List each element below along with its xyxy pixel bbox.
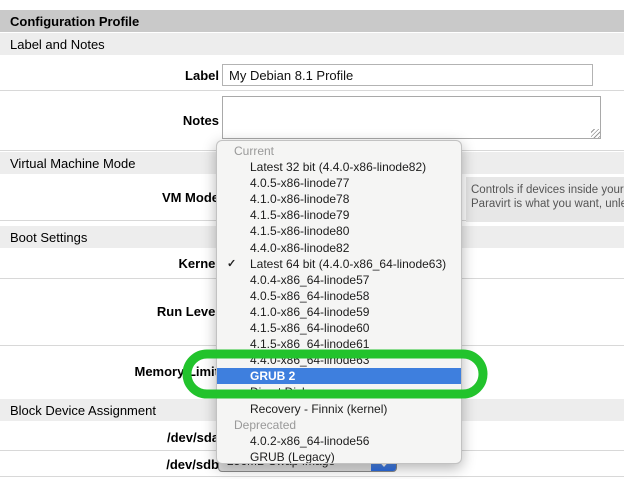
vm-mode-help-line2: Paravirt is what you want, unle — [471, 197, 624, 211]
divider — [0, 476, 624, 477]
kernel-option[interactable]: 4.1.5-x86-linode80 — [217, 223, 461, 239]
kernel-option-label: 4.1.0-x86_64-linode59 — [250, 305, 369, 319]
kernel-option[interactable]: 4.0.2-x86_64-linode56 — [217, 433, 461, 449]
kernel-option-label: 4.0.5-x86-linode77 — [250, 176, 349, 190]
kernel-option-label: Latest 64 bit (4.4.0-x86_64-linode63) — [250, 257, 446, 271]
dev-sdb-field-label: /dev/sdb — [0, 457, 219, 472]
kernel-option[interactable]: GRUB 2 — [217, 368, 461, 384]
textarea-resize-handle-icon[interactable] — [591, 129, 600, 138]
section-label-and-notes: Label and Notes — [0, 33, 624, 55]
kernel-option[interactable]: 4.0.5-x86_64-linode58 — [217, 288, 461, 304]
kernel-option-label: Recovery - Finnix (kernel) — [250, 402, 387, 416]
vm-mode-help-text: Controls if devices inside your Paravirt… — [466, 177, 624, 222]
kernel-option-label: Direct Disk — [250, 385, 308, 399]
kernel-option[interactable]: Direct Disk — [217, 384, 461, 400]
kernel-option-label: Latest 32 bit (4.4.0-x86-linode82) — [250, 160, 426, 174]
kernel-option[interactable]: 4.0.4-x86_64-linode57 — [217, 272, 461, 288]
kernel-option[interactable]: 4.1.0-x86_64-linode59 — [217, 304, 461, 320]
kernel-option[interactable]: 4.1.5-x86_64-linode61 — [217, 336, 461, 352]
kernel-option-label: GRUB (Legacy) — [250, 450, 335, 464]
kernel-option-label: 4.0.5-x86_64-linode58 — [250, 289, 369, 303]
vm-mode-help-line1: Controls if devices inside your — [471, 183, 624, 197]
page-title: Configuration Profile — [0, 10, 624, 32]
kernel-option[interactable]: 4.1.5-x86-linode79 — [217, 207, 461, 223]
kernel-option[interactable]: GRUB (Legacy) — [217, 449, 461, 464]
run-level-field-label: Run Level — [0, 304, 219, 319]
kernel-option[interactable]: 4.4.0-x86-linode82 — [217, 240, 461, 256]
dev-sda-field-label: /dev/sda — [0, 430, 219, 445]
profile-label-input[interactable] — [222, 64, 593, 86]
kernel-option[interactable]: Recovery - Finnix (kernel) — [217, 401, 461, 417]
divider — [0, 90, 624, 91]
kernel-dropdown-menu: Current Latest 32 bit (4.4.0-x86-linode82… — [216, 140, 462, 464]
kernel-option-label: 4.4.0-x86_64-linode63 — [250, 353, 369, 367]
checkmark-icon: ✓ — [227, 256, 236, 272]
kernel-field-label: Kernel — [0, 256, 219, 271]
notes-field-label: Notes — [0, 113, 219, 128]
kernel-option[interactable]: 4.1.0-x86-linode78 — [217, 191, 461, 207]
memory-limit-field-label: Memory Limit — [0, 364, 219, 379]
kernel-group-label: Current — [217, 143, 461, 159]
kernel-option[interactable]: 4.4.0-x86_64-linode63 — [217, 352, 461, 368]
kernel-option-label: 4.4.0-x86-linode82 — [250, 241, 349, 255]
kernel-option[interactable]: 4.0.5-x86-linode77 — [217, 175, 461, 191]
vm-mode-field-label: VM Mode — [0, 190, 219, 205]
kernel-dropdown-list: Current Latest 32 bit (4.4.0-x86-linode82… — [217, 143, 461, 464]
kernel-option-label: 4.1.5-x86_64-linode61 — [250, 337, 369, 351]
kernel-option-label: Deprecated — [234, 418, 296, 432]
notes-textarea[interactable] — [222, 96, 601, 139]
kernel-option-label: 4.0.4-x86_64-linode57 — [250, 273, 369, 287]
kernel-option-label: 4.1.5-x86_64-linode60 — [250, 321, 369, 335]
kernel-option-label: 4.0.2-x86_64-linode56 — [250, 434, 369, 448]
kernel-option-label: 4.1.5-x86-linode80 — [250, 224, 349, 238]
kernel-option-label: 4.1.0-x86-linode78 — [250, 192, 349, 206]
kernel-option-label: GRUB 2 — [250, 369, 295, 383]
configuration-profile-page: Configuration Profile Label and Notes Vi… — [0, 0, 624, 479]
kernel-option-label: Current — [234, 144, 274, 158]
kernel-option-label: 4.1.5-x86-linode79 — [250, 208, 349, 222]
label-field-label: Label — [0, 68, 219, 83]
kernel-group-label: Deprecated — [217, 417, 461, 433]
kernel-option[interactable]: 4.1.5-x86_64-linode60 — [217, 320, 461, 336]
kernel-option[interactable]: ✓ Latest 64 bit (4.4.0-x86_64-linode63) — [217, 256, 461, 272]
kernel-option[interactable]: Latest 32 bit (4.4.0-x86-linode82) — [217, 159, 461, 175]
